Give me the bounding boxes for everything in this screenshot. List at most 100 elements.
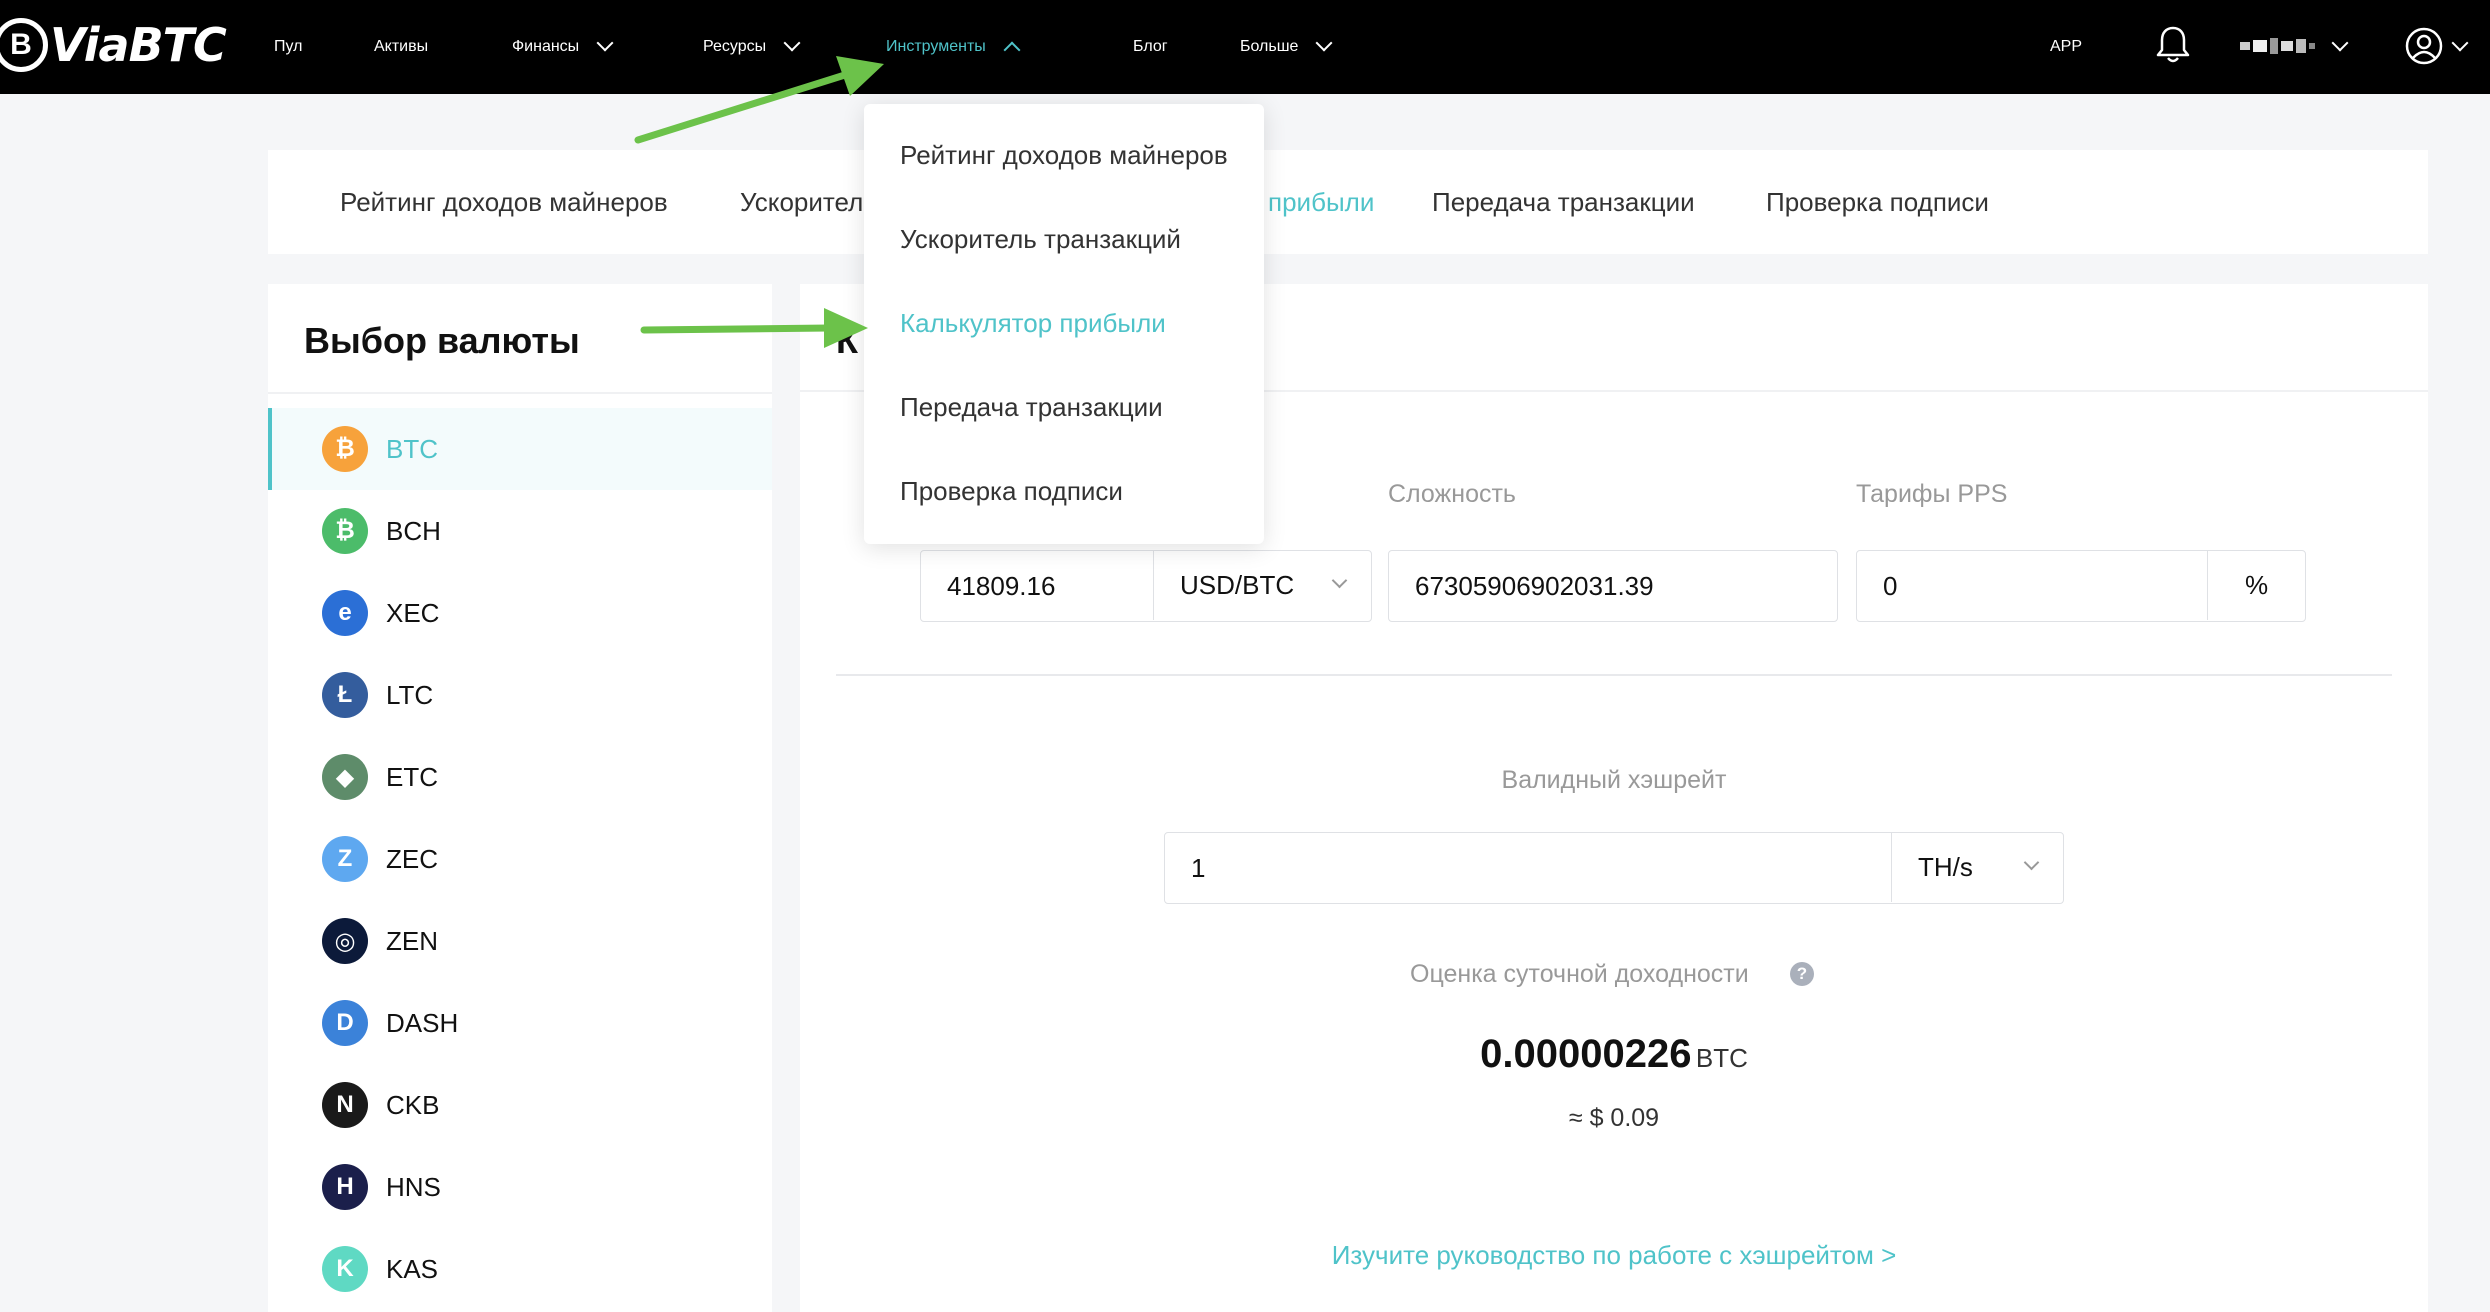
- hashrate-unit-select[interactable]: TH/s: [1891, 833, 2063, 902]
- coin-symbol: LTC: [386, 679, 434, 710]
- tools-tab-bar: Рейтинг доходов майнеров Ускорител прибы…: [268, 150, 2428, 254]
- difficulty-input[interactable]: 67305906902031.39: [1389, 571, 1654, 602]
- pps-input[interactable]: 0: [1857, 571, 1897, 602]
- coin-item-btc[interactable]: ₿ BTC: [268, 408, 772, 490]
- coin-item-hns[interactable]: H HNS: [268, 1146, 772, 1228]
- coin-symbol: BTC: [386, 433, 438, 464]
- nav-resources[interactable]: Ресурсы: [703, 0, 801, 94]
- profile-menu-toggle[interactable]: [2451, 0, 2469, 94]
- coin-symbol: KAS: [386, 1253, 439, 1284]
- viabtc-logo[interactable]: B ViaBTC: [0, 10, 227, 80]
- top-navigation-bar: B ViaBTC Пул Активы Финансы Ресурсы Инст…: [0, 0, 2490, 94]
- litecoin-icon: Ł: [322, 672, 368, 718]
- estimate-value: 0.00000226: [1480, 1032, 1692, 1076]
- coin-item-ckb[interactable]: N CKB: [268, 1064, 772, 1146]
- coin-symbol: DASH: [386, 1007, 459, 1038]
- coin-item-xec[interactable]: e XEC: [268, 572, 772, 654]
- coin-item-ltc[interactable]: Ł LTC: [268, 654, 772, 736]
- zcash-icon: Z: [322, 836, 368, 882]
- app-label: APP: [2050, 38, 2083, 55]
- coin-symbol: HNS: [386, 1171, 441, 1202]
- user-menu-toggle[interactable]: [2331, 0, 2349, 94]
- chevron-down-icon: [1315, 34, 1333, 52]
- tab-miner-rating[interactable]: Рейтинг доходов майнеров: [340, 150, 668, 254]
- price-field: 41809.16 USD/BTC: [920, 550, 1372, 622]
- pps-field: 0 %: [1856, 550, 2306, 622]
- menu-item-tx-broadcast[interactable]: Передача транзакции: [900, 392, 1163, 423]
- pps-label: Тарифы PPS: [1856, 480, 2008, 508]
- horizen-icon: ◎: [322, 918, 368, 964]
- nav-blog-label: Блог: [1133, 38, 1168, 55]
- tab-label: Передача транзакции: [1432, 186, 1695, 217]
- user-circle-icon[interactable]: [2404, 26, 2444, 66]
- coin-item-zen[interactable]: ◎ ZEN: [268, 900, 772, 982]
- hashrate-unit-label: TH/s: [1918, 852, 1973, 882]
- nav-tools-label: Инструменты: [886, 38, 986, 55]
- chevron-down-icon: [783, 34, 801, 52]
- nav-assets-label: Активы: [374, 38, 429, 55]
- price-input[interactable]: 41809.16: [921, 571, 1055, 602]
- pps-unit: %: [2207, 551, 2305, 620]
- coin-item-bch[interactable]: ₿ BCH: [268, 490, 772, 572]
- pps-unit-label: %: [2244, 570, 2269, 600]
- price-unit-select[interactable]: USD/BTC: [1153, 551, 1371, 620]
- nav-blog[interactable]: Блог: [1133, 0, 1168, 94]
- coin-item-zec[interactable]: Z ZEC: [268, 818, 772, 900]
- hashrate-label: Валидный хэшрейт: [1501, 766, 1727, 794]
- nav-assets[interactable]: Активы: [374, 0, 428, 94]
- help-icon[interactable]: ?: [1790, 962, 1814, 986]
- tab-label: Ускорител: [740, 186, 864, 217]
- hashrate-field: 1 TH/s: [1164, 832, 2064, 904]
- menu-item-profit-calculator[interactable]: Калькулятор прибыли: [900, 308, 1166, 339]
- chevron-down-icon: [2451, 34, 2469, 52]
- nav-more-label: Больше: [1240, 38, 1299, 55]
- coin-item-kas[interactable]: K KAS: [268, 1228, 772, 1310]
- kaspa-icon: K: [322, 1246, 368, 1292]
- nav-more[interactable]: Больше: [1240, 0, 1333, 94]
- difficulty-field[interactable]: 67305906902031.39: [1388, 550, 1838, 622]
- hashrate-input[interactable]: 1: [1165, 853, 1205, 884]
- panel-title: К: [836, 320, 858, 361]
- menu-item-miner-rating[interactable]: Рейтинг доходов майнеров: [900, 140, 1228, 171]
- tab-label: Проверка подписи: [1766, 186, 1989, 217]
- coin-symbol: XEC: [386, 597, 440, 628]
- estimate-usd: ≈ $ 0.09: [1568, 1104, 1660, 1132]
- tab-signature-verify[interactable]: Проверка подписи: [1766, 150, 1989, 254]
- handshake-icon: H: [322, 1164, 368, 1210]
- nav-tools[interactable]: Инструменты: [886, 0, 1021, 94]
- ecash-icon: e: [322, 590, 368, 636]
- coin-item-dash[interactable]: D DASH: [268, 982, 772, 1064]
- app-link[interactable]: APP: [2050, 0, 2082, 94]
- tab-tx-accelerator[interactable]: Ускорител: [740, 150, 863, 254]
- chevron-down-icon: [2023, 854, 2040, 871]
- nav-pool[interactable]: Пул: [274, 0, 302, 94]
- coin-symbol: BCH: [386, 515, 441, 546]
- menu-item-tx-accelerator[interactable]: Ускоритель транзакций: [900, 224, 1181, 255]
- estimate-unit: BTC: [1695, 1043, 1748, 1073]
- bitcoin-cash-icon: ₿: [322, 508, 368, 554]
- hashrate-guide-link[interactable]: Изучите руководство по работе с хэшрейто…: [800, 1240, 2428, 1271]
- menu-item-signature-verify[interactable]: Проверка подписи: [900, 476, 1123, 507]
- currency-sidebar: Выбор валюты ₿ BTC ₿ BCH e XEC Ł LTC ◆ E…: [268, 284, 772, 1312]
- dash-icon: D: [322, 1000, 368, 1046]
- ethereum-classic-icon: ◆: [322, 754, 368, 800]
- bell-icon[interactable]: [2156, 24, 2190, 64]
- logo-text: ViaBTC: [50, 18, 227, 72]
- chevron-down-icon: [2331, 34, 2349, 52]
- nav-finance[interactable]: Финансы: [512, 0, 614, 94]
- username-blurred[interactable]: [2240, 34, 2328, 58]
- coin-item-etc[interactable]: ◆ ETC: [268, 736, 772, 818]
- estimate-label: Оценка суточной доходности: [1410, 960, 1749, 988]
- nav-resources-label: Ресурсы: [703, 38, 767, 55]
- tab-tx-broadcast[interactable]: Передача транзакции: [1432, 150, 1695, 254]
- estimate-result: 0.00000226 BTC: [800, 1032, 2428, 1077]
- divider: [268, 392, 772, 394]
- tab-profit-calculator[interactable]: прибыли: [1268, 150, 1374, 254]
- coin-symbol: ZEN: [386, 925, 438, 956]
- coin-symbol: ETC: [386, 761, 438, 792]
- tab-label: прибыли: [1268, 186, 1375, 217]
- difficulty-label: Сложность: [1388, 480, 1516, 508]
- chevron-down-icon: [596, 34, 614, 52]
- nav-pool-label: Пул: [274, 38, 303, 55]
- price-unit-label: USD/BTC: [1180, 570, 1295, 600]
